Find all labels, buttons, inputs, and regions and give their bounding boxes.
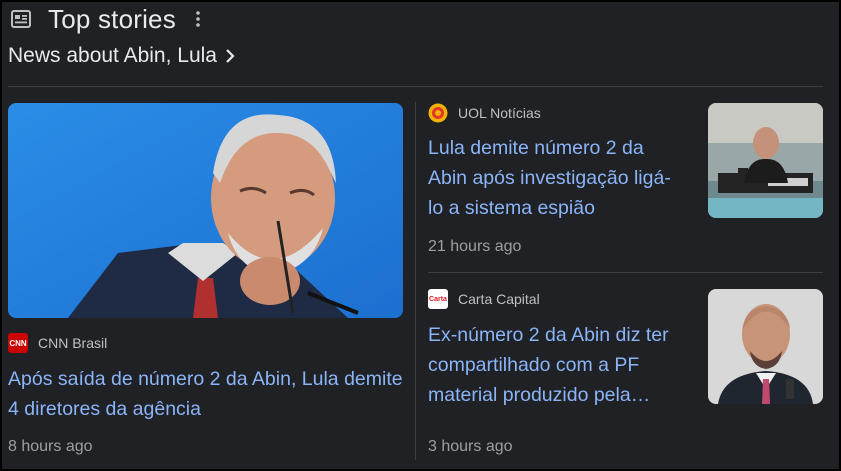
story-thumbnail[interactable]	[708, 289, 823, 404]
carta-capital-logo-icon: Carta	[428, 289, 448, 309]
lead-story-image[interactable]	[8, 103, 403, 318]
story-source[interactable]: Carta Carta Capital	[428, 289, 540, 309]
story-headline[interactable]: Lula demite número 2 da Abin após invest…	[428, 133, 693, 223]
section-title: Top stories	[48, 3, 176, 34]
story-time: 3 hours ago	[428, 438, 513, 455]
source-name: UOL Notícias	[458, 105, 541, 121]
cnn-logo-icon: CNN	[8, 333, 28, 353]
story-time: 21 hours ago	[428, 238, 522, 255]
chevron-right-icon	[225, 48, 235, 64]
uol-logo-icon	[428, 103, 448, 123]
story-source[interactable]: UOL Notícias	[428, 103, 541, 123]
column-divider	[415, 102, 416, 460]
story-divider	[428, 272, 823, 273]
source-name: CNN Brasil	[38, 335, 108, 351]
topic-link[interactable]: News about Abin, Lula	[8, 42, 235, 70]
divider	[8, 86, 823, 87]
headline-line: Abin após investigação ligá-	[428, 167, 671, 189]
headline-line: material produzido pela…	[428, 384, 651, 406]
headline-line: lo a sistema espião	[428, 197, 595, 219]
story-source[interactable]: CNN CNN Brasil	[8, 333, 107, 353]
story-thumbnail[interactable]	[708, 103, 823, 218]
story-headline[interactable]: Ex-número 2 da Abin diz ter compartilhad…	[428, 320, 693, 410]
headline-line: compartilhado com a PF	[428, 354, 640, 376]
story-time: 8 hours ago	[8, 438, 93, 455]
top-stories-header: Top stories	[10, 2, 206, 36]
headline-line: Lula demite número 2 da	[428, 137, 644, 159]
topic-label: News about Abin, Lula	[8, 44, 217, 67]
source-name: Carta Capital	[458, 291, 540, 307]
newspaper-icon	[10, 8, 32, 30]
more-vert-icon[interactable]	[190, 8, 206, 30]
story-headline[interactable]: Após saída de número 2 da Abin, Lula dem…	[8, 364, 403, 424]
headline-line: Ex-número 2 da Abin diz ter	[428, 324, 669, 346]
